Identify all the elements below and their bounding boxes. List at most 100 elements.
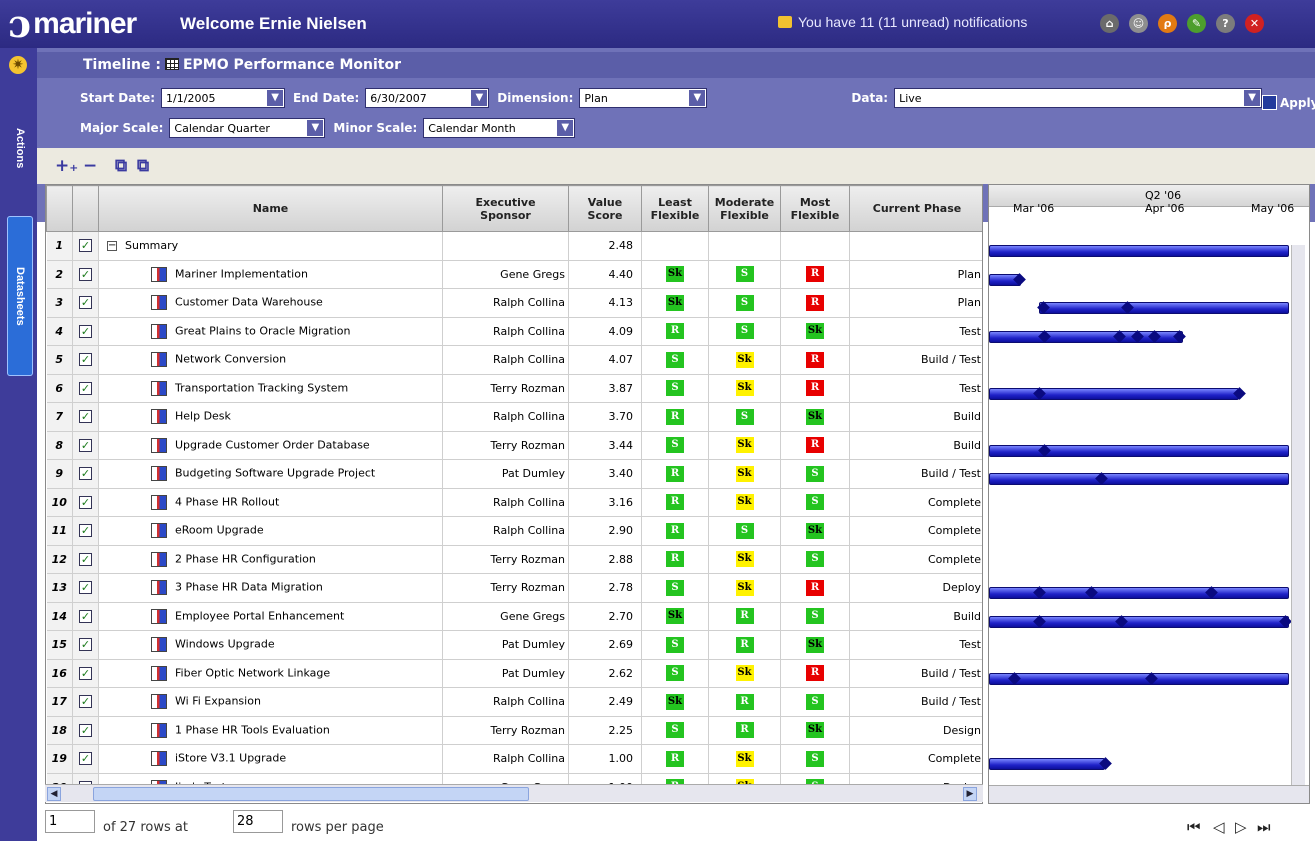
moderate-flexible-header[interactable]: Moderate Flexible [708, 185, 781, 232]
row-checkbox[interactable]: ✓ [72, 345, 99, 375]
table-row[interactable]: 6 ✓ Transportation Tracking System Terry… [46, 374, 982, 403]
project-name[interactable]: Great Plains to Oracle Migration [98, 317, 443, 346]
start-date-select[interactable]: 1/1/2005 ▼ [161, 88, 286, 108]
rows-per-page-input[interactable]: 28 [233, 810, 283, 833]
notifications-link[interactable]: You have 11 (11 unread) notifications [778, 14, 1027, 30]
project-name[interactable]: Budgeting Software Upgrade Project [98, 459, 443, 489]
table-row[interactable]: 12 ✓ 2 Phase HR Configuration Terry Rozm… [46, 545, 982, 574]
row-checkbox[interactable]: ✓ [72, 545, 99, 574]
close-icon[interactable]: ✕ [1245, 14, 1264, 33]
row-checkbox[interactable]: ✓ [72, 659, 99, 688]
project-name[interactable]: Customer Data Warehouse [98, 288, 443, 318]
page-number-input[interactable]: 1 [45, 810, 95, 833]
apply-button[interactable]: Apply [1262, 95, 1315, 110]
expand-all-icon[interactable]: +₊ [55, 156, 78, 176]
scroll-thumb[interactable] [93, 787, 529, 801]
row-checkbox[interactable]: ✓ [72, 374, 99, 403]
table-row[interactable]: 19 ✓ iStore V3.1 Upgrade Ralph Collina 1… [46, 744, 982, 774]
gantt-vscrollbar[interactable] [1291, 245, 1305, 803]
prev-page-icon[interactable]: ◁ [1213, 818, 1225, 836]
sponsor-header[interactable]: Executive Sponsor [442, 185, 569, 232]
table-row[interactable]: 18 ✓ 1 Phase HR Tools Evaluation Terry R… [46, 716, 982, 745]
row-checkbox[interactable]: ✓ [72, 744, 99, 774]
collapse-icon[interactable]: − [107, 241, 117, 252]
last-page-icon[interactable]: ⏭ [1257, 818, 1271, 836]
table-row[interactable]: 2 ✓ Mariner Implementation Gene Gregs 4.… [46, 260, 982, 289]
scroll-right-icon[interactable]: ▶ [963, 787, 977, 801]
gantt-bar[interactable] [989, 387, 1239, 400]
gantt-bar[interactable] [989, 473, 1289, 485]
current-phase-header[interactable]: Current Phase [849, 185, 982, 232]
row-checkbox[interactable]: ✓ [72, 288, 99, 318]
datasheets-tab[interactable]: Datasheets [7, 216, 33, 376]
minor-scale-select[interactable]: Calendar Month ▼ [423, 118, 576, 138]
project-name[interactable]: 3 Phase HR Data Migration [98, 573, 443, 603]
table-row[interactable]: 5 ✓ Network Conversion Ralph Collina 4.0… [46, 345, 982, 375]
scroll-left-icon[interactable]: ◀ [47, 787, 61, 801]
collapse-all-icon[interactable]: − [83, 156, 97, 176]
people-icon[interactable]: ☺ [1129, 14, 1148, 33]
row-checkbox[interactable]: ✓ [72, 573, 99, 603]
edit-icon[interactable]: ✎ [1187, 14, 1206, 33]
project-name[interactable]: eRoom Upgrade [98, 516, 443, 546]
help-icon[interactable]: ? [1216, 14, 1235, 33]
gantt-bar[interactable] [1039, 302, 1289, 314]
project-name[interactable]: 2 Phase HR Configuration [98, 545, 443, 574]
row-checkbox[interactable]: ✓ [72, 488, 99, 517]
project-name[interactable]: Network Conversion [98, 345, 443, 375]
row-checkbox[interactable]: ✓ [72, 602, 99, 631]
project-name[interactable]: 4 Phase HR Rollout [98, 488, 443, 517]
gantt-bar[interactable] [989, 444, 1289, 457]
table-row[interactable]: 9 ✓ Budgeting Software Upgrade Project P… [46, 459, 982, 489]
copy-icon[interactable]: ⧉ [115, 156, 127, 176]
dimension-select[interactable]: Plan ▼ [579, 88, 708, 108]
table-row[interactable]: 14 ✓ Employee Portal Enhancement Gene Gr… [46, 602, 982, 631]
table-row[interactable]: 16 ✓ Fiber Optic Network Linkage Pat Dum… [46, 659, 982, 688]
project-name[interactable]: Transportation Tracking System [98, 374, 443, 403]
table-row[interactable]: 4 ✓ Great Plains to Oracle Migration Ral… [46, 317, 982, 346]
table-row[interactable]: 13 ✓ 3 Phase HR Data Migration Terry Roz… [46, 573, 982, 603]
data-select[interactable]: Live ▼ [894, 88, 1263, 108]
project-name[interactable]: − Summary [98, 231, 443, 261]
table-row[interactable]: 17 ✓ Wi Fi Expansion Ralph Collina 2.49 … [46, 687, 982, 717]
row-checkbox[interactable]: ✓ [72, 716, 99, 745]
table-row[interactable]: 3 ✓ Customer Data Warehouse Ralph Collin… [46, 288, 982, 318]
row-checkbox[interactable]: ✓ [72, 431, 99, 460]
row-checkbox[interactable]: ✓ [72, 687, 99, 717]
grid-hscrollbar[interactable]: ◀ ▶ [45, 784, 983, 802]
most-flexible-header[interactable]: Most Flexible [780, 185, 850, 232]
project-name[interactable]: Help Desk [98, 402, 443, 432]
gantt-bar[interactable] [989, 245, 1289, 257]
end-date-select[interactable]: 6/30/2007 ▼ [365, 88, 490, 108]
row-checkbox[interactable]: ✓ [72, 516, 99, 546]
project-name[interactable]: Windows Upgrade [98, 630, 443, 660]
project-name[interactable]: Upgrade Customer Order Database [98, 431, 443, 460]
actions-tab[interactable]: Actions [7, 108, 33, 188]
gantt-bar[interactable] [989, 672, 1289, 685]
table-row[interactable]: 8 ✓ Upgrade Customer Order Database Terr… [46, 431, 982, 460]
first-page-icon[interactable]: ⏮ [1187, 818, 1201, 836]
row-checkbox[interactable]: ✓ [72, 630, 99, 660]
row-checkbox[interactable]: ✓ [72, 231, 99, 261]
least-flexible-header[interactable]: Least Flexible [641, 185, 709, 232]
table-row[interactable]: 11 ✓ eRoom Upgrade Ralph Collina 2.90 R … [46, 516, 982, 546]
paste-icon[interactable]: ⧉ [137, 156, 149, 176]
next-page-icon[interactable]: ▷ [1235, 818, 1247, 836]
table-row[interactable]: 15 ✓ Windows Upgrade Pat Dumley 2.69 S R… [46, 630, 982, 660]
search-icon[interactable]: ρ [1158, 14, 1177, 33]
major-scale-select[interactable]: Calendar Quarter ▼ [169, 118, 326, 138]
gear-icon[interactable]: ✷ [9, 56, 27, 74]
gantt-hscrollbar[interactable] [989, 785, 1309, 803]
row-checkbox[interactable]: ✓ [72, 260, 99, 289]
name-header[interactable]: Name [98, 185, 443, 232]
row-checkbox[interactable]: ✓ [72, 317, 99, 346]
project-name[interactable]: Employee Portal Enhancement [98, 602, 443, 631]
project-name[interactable]: Wi Fi Expansion [98, 687, 443, 717]
project-name[interactable]: 1 Phase HR Tools Evaluation [98, 716, 443, 745]
table-row[interactable]: 7 ✓ Help Desk Ralph Collina 3.70 R S Sk … [46, 402, 982, 432]
check-header[interactable] [72, 185, 99, 232]
row-checkbox[interactable]: ✓ [72, 402, 99, 432]
project-name[interactable]: Fiber Optic Network Linkage [98, 659, 443, 688]
table-row[interactable]: 1 ✓ − Summary 2.48 [46, 231, 982, 261]
project-name[interactable]: iStore V3.1 Upgrade [98, 744, 443, 774]
